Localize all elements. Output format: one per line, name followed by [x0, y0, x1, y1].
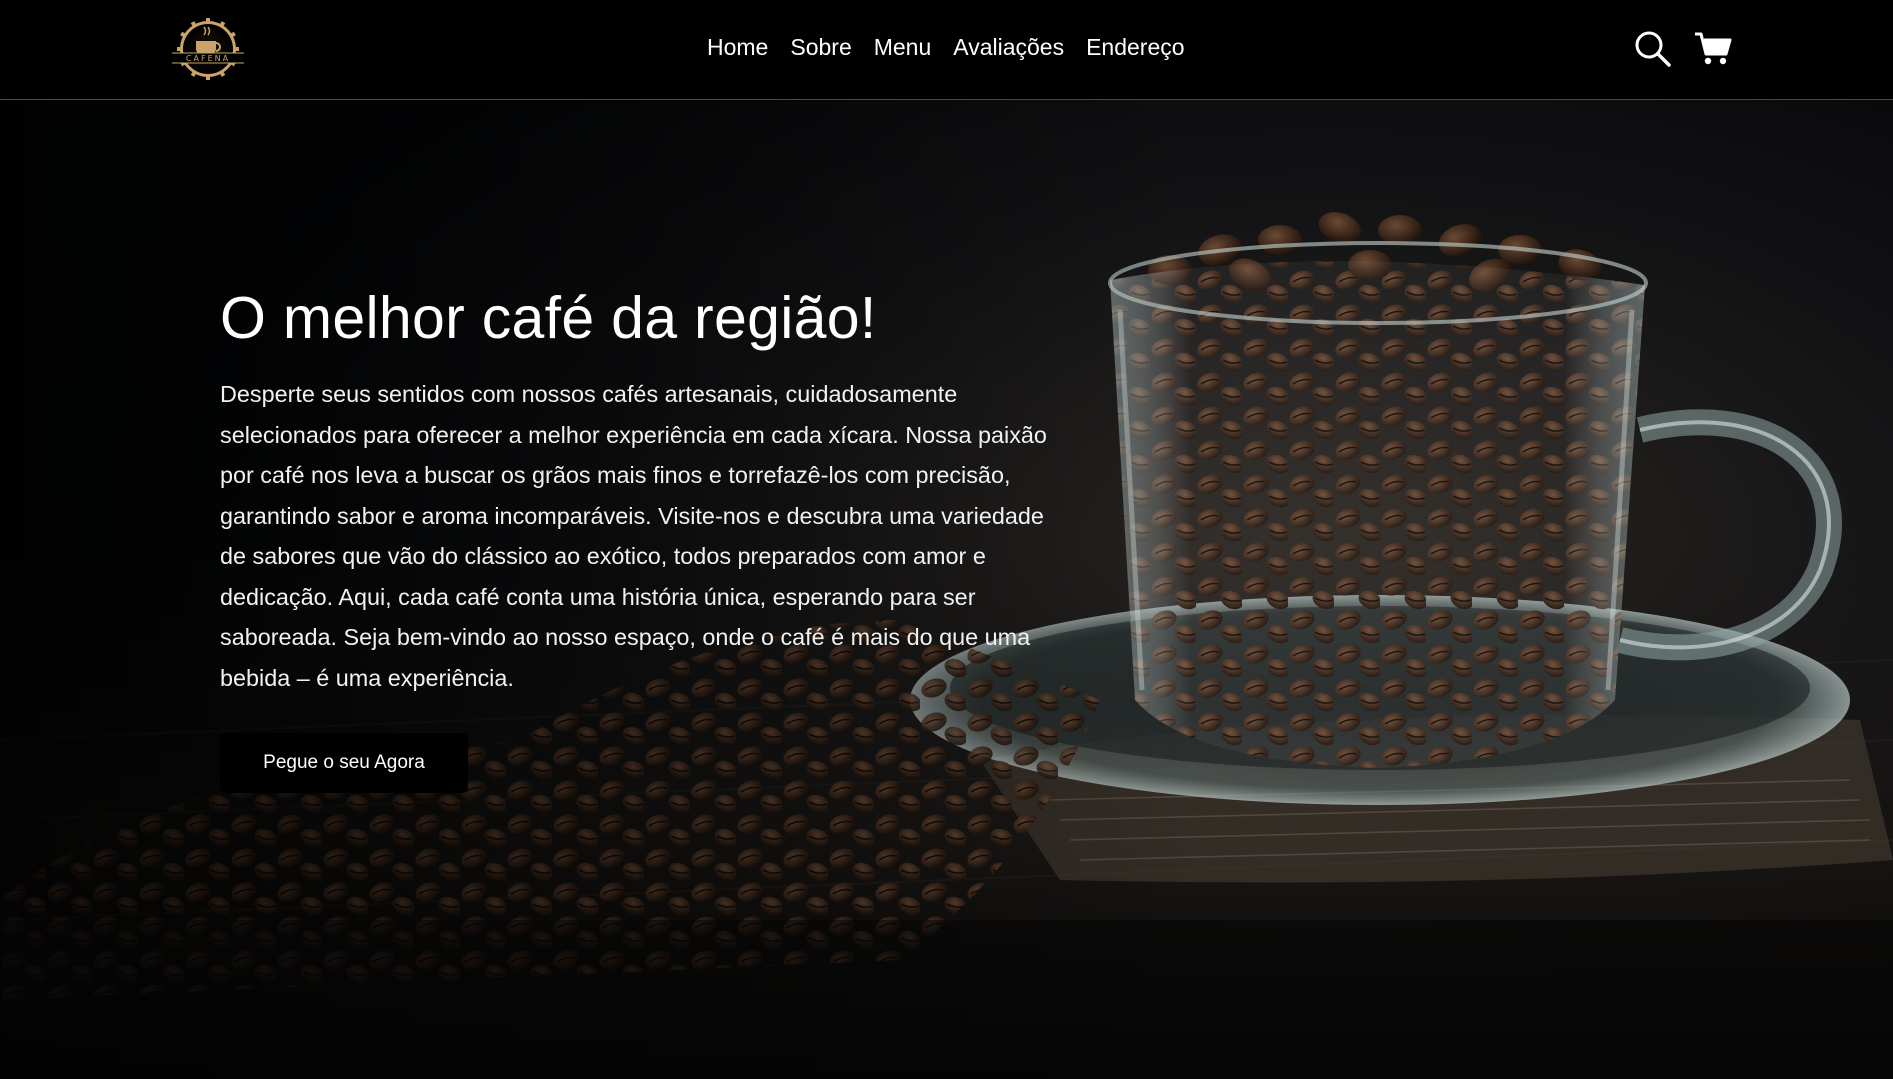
- search-icon[interactable]: [1634, 30, 1672, 68]
- site-header: CAFENA Home Sobre Menu Avaliações Endere…: [0, 0, 1893, 100]
- nav-home[interactable]: Home: [707, 32, 768, 62]
- nav-endereco[interactable]: Endereço: [1086, 32, 1184, 62]
- cart-icon[interactable]: [1694, 30, 1732, 68]
- cta-button[interactable]: Pegue o seu Agora: [220, 733, 468, 793]
- hero-title: O melhor café da região!: [220, 285, 877, 351]
- nav-sobre[interactable]: Sobre: [790, 32, 851, 62]
- hero-content: O melhor café da região! Desperte seus s…: [220, 280, 1070, 698]
- hero-description: Desperte seus sentidos com nossos cafés …: [220, 381, 1047, 691]
- nav-avaliacoes[interactable]: Avaliações: [953, 32, 1064, 62]
- nav-menu[interactable]: Menu: [874, 32, 932, 62]
- header-actions: [1634, 30, 1732, 68]
- logo-text: CAFENA: [186, 54, 230, 63]
- cafena-logo[interactable]: CAFENA: [170, 17, 246, 81]
- page: CAFENA Home Sobre Menu Avaliações Endere…: [0, 0, 1893, 1079]
- main-nav: Home Sobre Menu Avaliações Endereço: [707, 32, 1185, 62]
